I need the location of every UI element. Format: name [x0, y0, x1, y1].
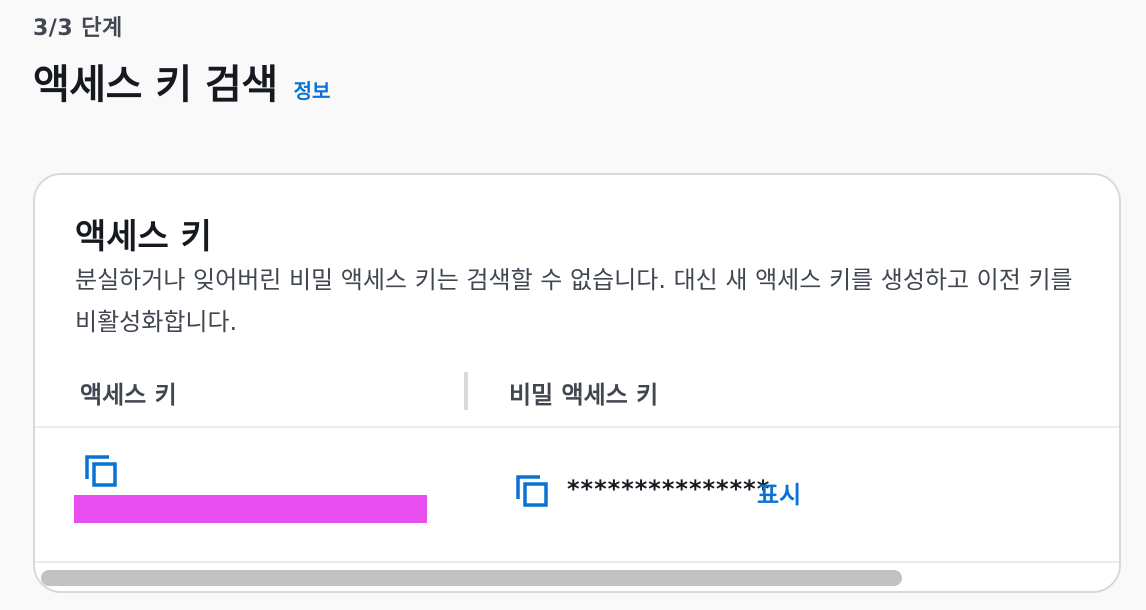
horizontal-scrollbar[interactable]	[41, 570, 902, 586]
column-header-secret-access-key: 비밀 액세스 키	[509, 381, 659, 409]
access-key-card: 액세스 키 분실하거나 잊어버린 비밀 액세스 키는 검색할 수 없습니다. 대…	[33, 173, 1121, 593]
page-title: 액세스 키 검색	[33, 62, 278, 108]
column-header-access-key: 액세스 키	[80, 381, 177, 409]
table-bottom-divider	[35, 561, 1119, 563]
info-link[interactable]: 정보	[294, 75, 331, 104]
card-description: 분실하거나 잊어버린 비밀 액세스 키는 검색할 수 없습니다. 대신 새 액세…	[75, 266, 1073, 336]
card-title: 액세스 키	[75, 217, 212, 257]
column-divider[interactable]	[464, 372, 468, 410]
header-divider	[35, 426, 1119, 428]
title-row: 액세스 키 검색 정보	[33, 52, 330, 110]
secret-access-key-masked: ***************	[567, 475, 771, 503]
copy-access-key-icon[interactable]	[83, 453, 119, 489]
show-secret-link[interactable]: 표시	[757, 475, 801, 510]
page: 3/3 단계 액세스 키 검색 정보 액세스 키 분실하거나 잊어버린 비밀 액…	[0, 0, 1146, 610]
step-indicator: 3/3 단계	[33, 16, 123, 41]
access-key-value-redacted	[74, 495, 427, 523]
copy-secret-key-icon[interactable]	[514, 473, 550, 509]
